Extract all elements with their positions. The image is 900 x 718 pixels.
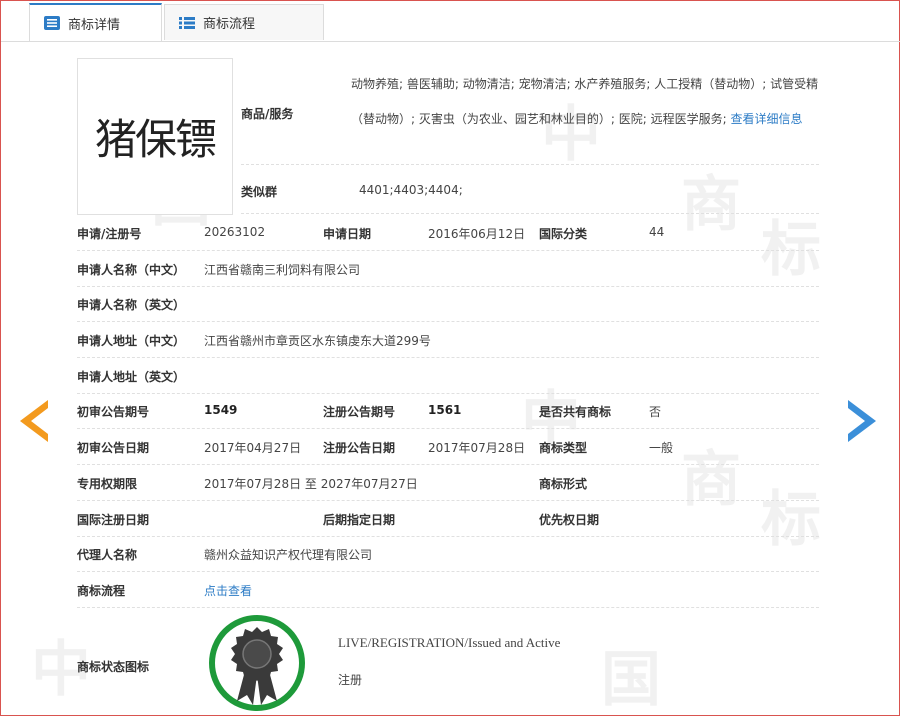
shared-label: 是否共有商标: [539, 405, 612, 419]
similar-group-value: 4401;4403;4404;: [359, 183, 463, 197]
tm-type-value: 一般: [649, 441, 674, 455]
divider: [77, 607, 819, 608]
divider: [77, 571, 819, 572]
prelim-date-label: 初审公告日期: [77, 441, 150, 455]
reg-pub-date-value: 2017年07月28日: [428, 441, 526, 455]
intl-class-label: 国际分类: [539, 227, 588, 241]
address-cn-label: 申请人地址（中文）: [77, 334, 186, 348]
apply-date-label: 申请日期: [323, 227, 372, 241]
tm-form-label: 商标形式: [539, 477, 588, 491]
goods-more-link[interactable]: 查看详细信息: [730, 112, 802, 126]
divider: [77, 357, 819, 358]
status-en-text: LIVE/REGISTRATION/Issued and Active: [338, 635, 561, 650]
tab-label: 商标流程: [203, 17, 256, 32]
agent-label: 代理人名称: [77, 548, 138, 562]
exclusive-label: 专用权期限: [77, 477, 138, 491]
address-cn-value: 江西省赣州市章贡区水东镇虔东大道299号: [204, 334, 431, 348]
next-arrow-icon[interactable]: [846, 398, 878, 444]
reg-no-value: 20263102: [204, 225, 266, 239]
agent-value: 赣州众益知识产权代理有限公司: [204, 548, 373, 562]
divider: [77, 500, 819, 501]
tab-bar: 商标详情 商标流程: [1, 1, 900, 42]
prelim-no-label: 初审公告期号: [77, 405, 150, 419]
divider: [77, 536, 819, 537]
exclusive-value: 2017年07月28日 至 2027年07月27日: [204, 477, 418, 491]
watermark-char: 商: [681, 445, 741, 515]
reg-pub-no-value: 1561: [428, 403, 462, 417]
divider: [77, 464, 819, 465]
divider: [77, 393, 819, 394]
status-label: 商标状态图标: [77, 660, 150, 674]
prelim-no-value: 1549: [204, 403, 238, 417]
reg-pub-date-label: 注册公告日期: [323, 441, 396, 455]
watermark-char: 标: [761, 215, 821, 285]
goods-label: 商品/服务: [241, 107, 294, 121]
divider: [241, 213, 819, 214]
prelim-date-value: 2017年04月27日: [204, 441, 302, 455]
tab-trademark-flow[interactable]: 商标流程: [164, 4, 324, 40]
status-cn-text: 注册: [338, 673, 363, 687]
reg-pub-no-label: 注册公告期号: [323, 405, 396, 419]
applicant-cn-label: 申请人名称（中文）: [77, 263, 186, 277]
divider: [241, 164, 819, 165]
intl-class-value: 44: [649, 225, 665, 239]
shared-value: 否: [649, 405, 662, 419]
bullet-list-icon: [179, 16, 195, 29]
trademark-image: 猪保镖: [77, 58, 233, 215]
applicant-en-label: 申请人名称（英文）: [77, 298, 186, 312]
goods-value: 动物养殖; 兽医辅助; 动物清洁; 宠物清洁; 水产养殖服务; 人工授精（替动物…: [351, 67, 821, 137]
applicant-cn-value: 江西省赣南三利饲料有限公司: [204, 263, 361, 277]
divider: [77, 286, 819, 287]
watermark-char: 商: [681, 170, 741, 240]
intl-reg-date-label: 国际注册日期: [77, 513, 150, 527]
flow-view-link[interactable]: 点击查看: [204, 582, 252, 599]
apply-date-value: 2016年06月12日: [428, 227, 526, 241]
similar-group-label: 类似群: [241, 185, 278, 199]
divider: [77, 321, 819, 322]
reg-no-label: 申请/注册号: [77, 227, 142, 241]
trademark-image-text: 猪保镖: [94, 115, 217, 164]
priority-date-label: 优先权日期: [539, 513, 600, 527]
tm-type-label: 商标类型: [539, 441, 588, 455]
list-icon: [44, 16, 60, 30]
registered-seal-icon: [209, 615, 305, 711]
divider: [77, 428, 819, 429]
divider: [77, 250, 819, 251]
previous-arrow-icon[interactable]: [18, 398, 50, 444]
tab-trademark-detail[interactable]: 商标详情: [29, 3, 162, 41]
watermark-char: 标: [761, 485, 821, 555]
tab-label: 商标详情: [68, 17, 121, 33]
watermark-char: 国: [601, 645, 661, 715]
address-en-label: 申请人地址（英文）: [77, 370, 186, 384]
later-date-label: 后期指定日期: [323, 513, 396, 527]
flow-label: 商标流程: [77, 584, 126, 598]
